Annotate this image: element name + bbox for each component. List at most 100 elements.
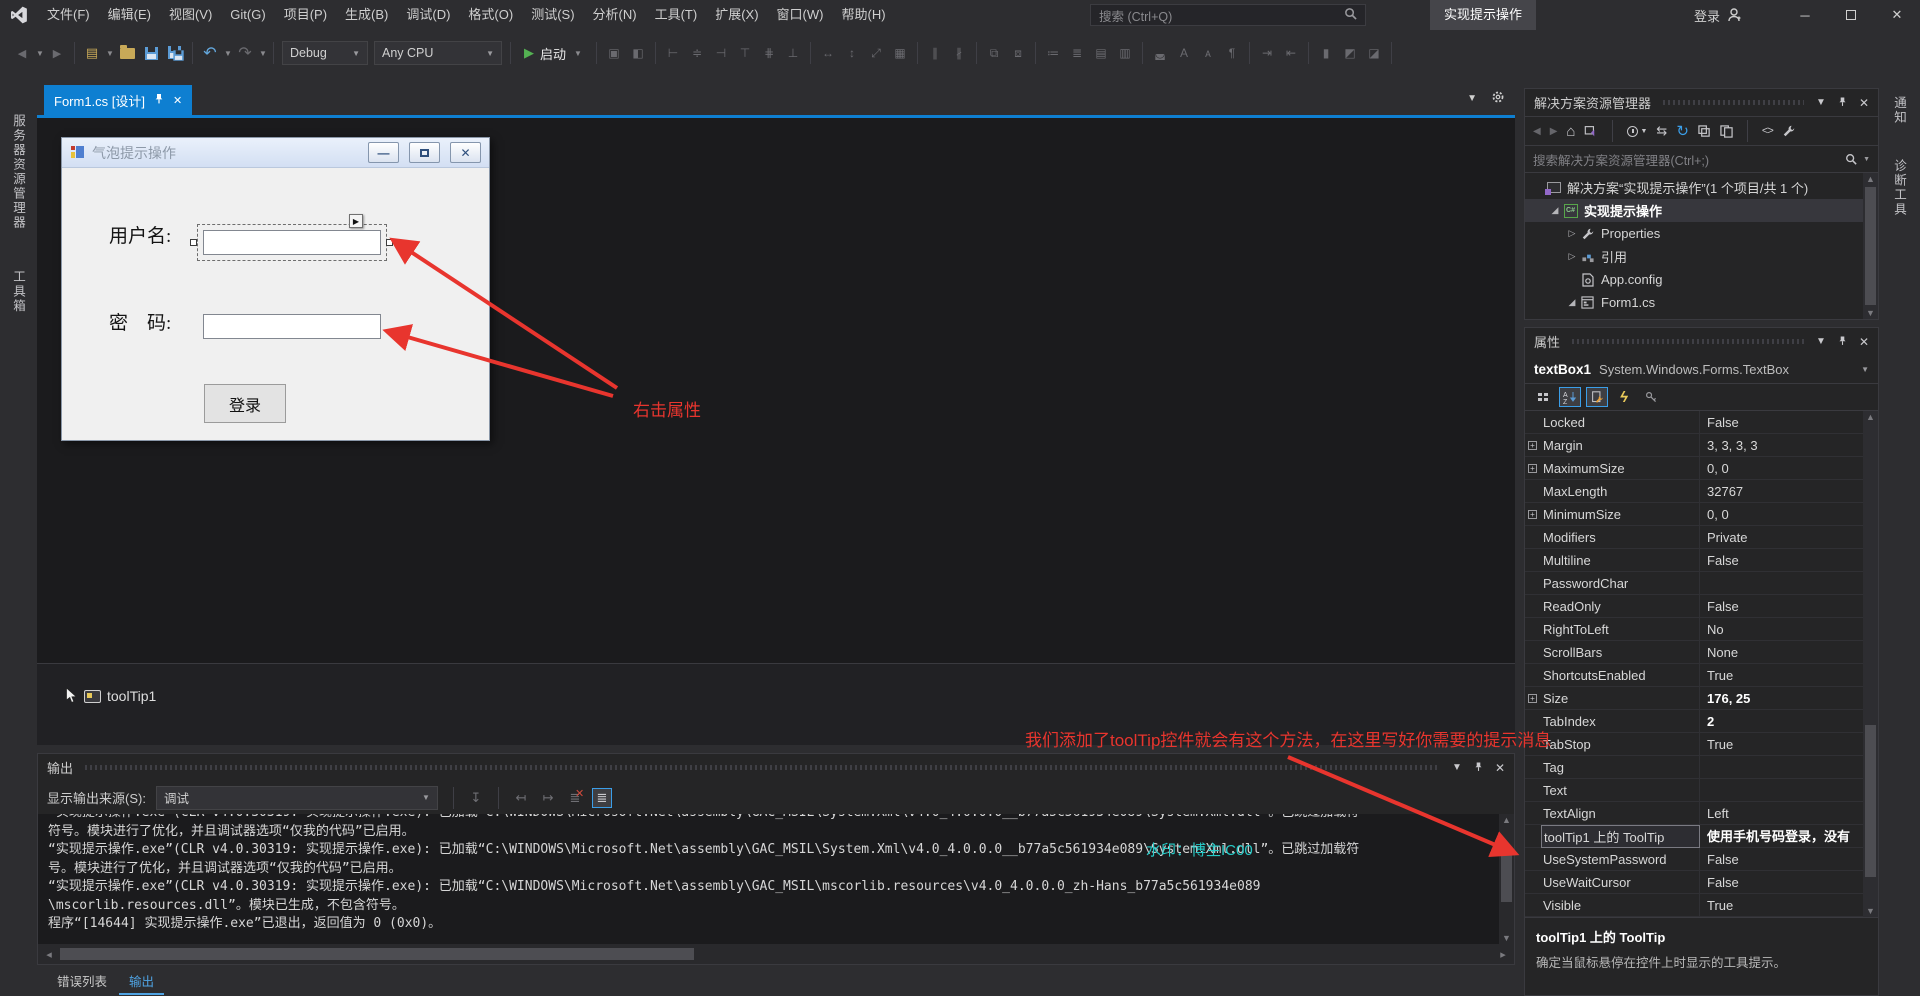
- property-name[interactable]: RightToLeft: [1541, 618, 1700, 641]
- property-name[interactable]: Tag: [1541, 756, 1700, 779]
- property-value[interactable]: False: [1700, 871, 1863, 894]
- back-icon[interactable]: ◀: [1533, 126, 1541, 137]
- property-name[interactable]: ReadOnly: [1541, 595, 1700, 618]
- menu-item[interactable]: 窗口(W): [768, 0, 833, 30]
- property-name[interactable]: TabStop: [1541, 733, 1700, 756]
- property-name[interactable]: ScrollBars: [1541, 641, 1700, 664]
- property-row[interactable]: toolTip1 上的 ToolTip 使用手机号码登录，没有: [1525, 825, 1878, 848]
- next-message-icon[interactable]: ↦: [538, 790, 558, 806]
- sync-with-active-document-icon[interactable]: ⇆: [1656, 123, 1667, 139]
- close-tab-icon[interactable]: ✕: [173, 94, 182, 107]
- word-wrap-icon[interactable]: ≣: [591, 787, 612, 808]
- align-right-icon[interactable]: ⊣: [709, 40, 733, 66]
- restore-button[interactable]: [1828, 0, 1874, 30]
- collapsed-icon[interactable]: ▷: [1565, 251, 1579, 262]
- remove-h-spacing-icon[interactable]: ∦: [947, 40, 971, 66]
- dropdown-caret-icon[interactable]: ▼: [35, 49, 45, 58]
- pin-icon[interactable]: [1838, 96, 1847, 110]
- property-name[interactable]: MaximumSize: [1541, 457, 1700, 480]
- property-row[interactable]: RightToLeft No: [1525, 618, 1878, 641]
- dropdown-caret-icon[interactable]: ▼: [258, 49, 268, 58]
- property-value[interactable]: Left: [1700, 802, 1863, 825]
- password-textbox[interactable]: [203, 314, 381, 339]
- save-all-icon[interactable]: [163, 40, 187, 66]
- tab-form1-designer[interactable]: Form1.cs [设计] ✕: [44, 85, 193, 115]
- form-minimize-button[interactable]: —: [368, 142, 399, 163]
- pin-icon[interactable]: [154, 93, 164, 107]
- expand-icon[interactable]: +: [1528, 464, 1537, 473]
- login-button[interactable]: 登录: [204, 384, 286, 423]
- tree-item[interactable]: 解决方案“实现提示操作”(1 个项目/共 1 个): [1525, 176, 1878, 199]
- property-row[interactable]: ReadOnly False: [1525, 595, 1878, 618]
- dropdown-caret-icon[interactable]: ▼: [223, 49, 233, 58]
- options-gear-icon[interactable]: [1491, 90, 1505, 107]
- property-name[interactable]: Visible: [1541, 894, 1700, 917]
- bookmark-next-icon[interactable]: ◪: [1362, 40, 1386, 66]
- bring-front-icon[interactable]: ⧉: [982, 40, 1006, 66]
- new-project-icon[interactable]: ▤: [80, 40, 104, 66]
- copy-path-icon[interactable]: [1720, 124, 1733, 138]
- tree-item[interactable]: App.config: [1525, 268, 1878, 291]
- dock-tab[interactable]: 工具箱: [9, 264, 28, 320]
- expand-icon[interactable]: +: [1528, 441, 1537, 450]
- property-name[interactable]: UseWaitCursor: [1541, 871, 1700, 894]
- property-value[interactable]: True: [1700, 664, 1863, 687]
- property-value[interactable]: None: [1700, 641, 1863, 664]
- tree-item[interactable]: ▷ Properties: [1525, 222, 1878, 245]
- property-row[interactable]: + Margin 3, 3, 3, 3: [1525, 434, 1878, 457]
- property-row[interactable]: + MaximumSize 0, 0: [1525, 457, 1878, 480]
- property-name[interactable]: TabIndex: [1541, 710, 1700, 733]
- search-icon[interactable]: [1344, 7, 1357, 23]
- close-panel-icon[interactable]: ✕: [1859, 335, 1869, 349]
- property-value[interactable]: 0, 0: [1700, 503, 1863, 526]
- property-name[interactable]: Margin: [1541, 434, 1700, 457]
- bookmark-icon[interactable]: ▮: [1314, 40, 1338, 66]
- outdent-icon[interactable]: ⇤: [1279, 40, 1303, 66]
- horizontal-spacing-icon[interactable]: ∥: [923, 40, 947, 66]
- jump-to-write-icon[interactable]: ↧: [466, 790, 486, 806]
- switch-views-icon[interactable]: [1584, 125, 1598, 138]
- debug-target-select[interactable]: Debug ▼: [282, 41, 368, 65]
- property-name[interactable]: PasswordChar: [1541, 572, 1700, 595]
- property-value[interactable]: False: [1700, 848, 1863, 871]
- property-name[interactable]: UseSystemPassword: [1541, 848, 1700, 871]
- window-position-icon[interactable]: ▼: [1452, 762, 1462, 773]
- property-row[interactable]: PasswordChar: [1525, 572, 1878, 595]
- property-row[interactable]: TabStop True: [1525, 733, 1878, 756]
- events-icon[interactable]: ϟ: [1613, 387, 1635, 407]
- sign-in-button[interactable]: 登录: [1694, 0, 1743, 30]
- property-row[interactable]: ScrollBars None: [1525, 641, 1878, 664]
- properties-icon[interactable]: [1782, 124, 1796, 138]
- font-shrink-icon[interactable]: ᴀ: [1196, 40, 1220, 66]
- comment-icon[interactable]: ◛: [1148, 40, 1172, 66]
- nav-back-icon[interactable]: ◀: [10, 40, 34, 66]
- expanded-icon[interactable]: ◢: [1548, 205, 1562, 216]
- property-value[interactable]: [1700, 756, 1863, 779]
- property-name[interactable]: Size: [1541, 687, 1700, 710]
- indent-icon[interactable]: ⇥: [1255, 40, 1279, 66]
- align-top-icon[interactable]: ⊤: [733, 40, 757, 66]
- search-input[interactable]: 搜索 (Ctrl+Q): [1090, 4, 1366, 26]
- properties-window-icon[interactable]: ◧: [626, 40, 650, 66]
- size-to-grid-icon[interactable]: ▦: [888, 40, 912, 66]
- start-debugging-button[interactable]: ▶ 启动 ▼: [518, 40, 589, 66]
- alphabetical-sort-icon[interactable]: AZ: [1559, 387, 1581, 407]
- view-code-icon[interactable]: <>: [1762, 125, 1774, 137]
- output-horizontal-scrollbar[interactable]: ◂ ▸: [38, 944, 1514, 964]
- username-label[interactable]: 用户名:: [109, 221, 171, 248]
- property-row[interactable]: + MinimumSize 0, 0: [1525, 503, 1878, 526]
- menu-item[interactable]: 生成(B): [336, 0, 397, 30]
- font-grow-icon[interactable]: A: [1172, 40, 1196, 66]
- form-close-button[interactable]: ✕: [450, 142, 481, 163]
- output-text-area[interactable]: “实现提示操作.exe”(CLR v4.0.30319: 实现提示操作.exe)…: [38, 814, 1514, 944]
- property-name[interactable]: toolTip1 上的 ToolTip: [1541, 825, 1700, 848]
- property-row[interactable]: Tag: [1525, 756, 1878, 779]
- solution-search-input[interactable]: 搜索解决方案资源管理器(Ctrl+;) ▼: [1525, 146, 1878, 173]
- property-name[interactable]: MaxLength: [1541, 480, 1700, 503]
- resize-handle-left[interactable]: [190, 239, 197, 246]
- property-value[interactable]: 0, 0: [1700, 457, 1863, 480]
- bookmark-prev-icon[interactable]: ◩: [1338, 40, 1362, 66]
- expand-icon[interactable]: +: [1528, 510, 1537, 519]
- dropdown-caret-icon[interactable]: ▼: [573, 49, 583, 58]
- output-source-select[interactable]: 调试 ▼: [155, 785, 438, 810]
